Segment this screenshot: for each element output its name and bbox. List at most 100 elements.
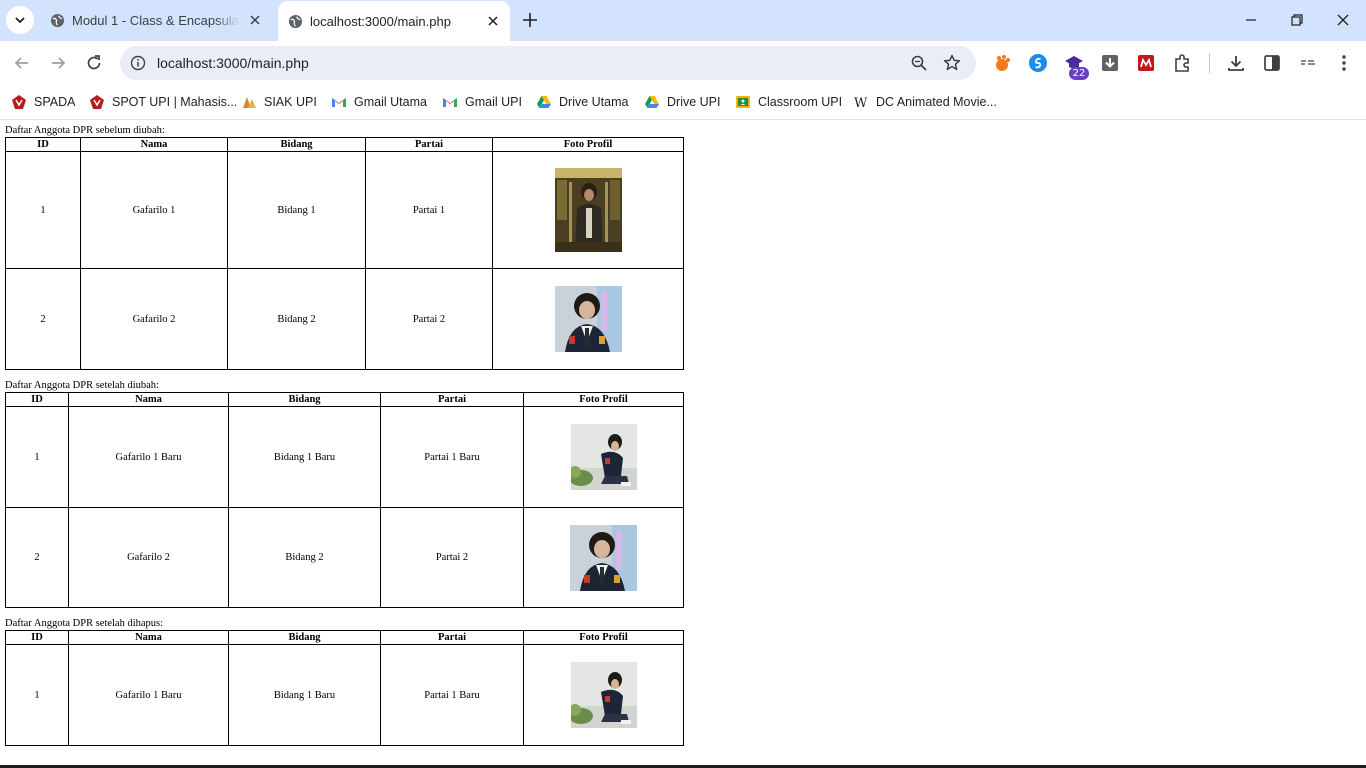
bookmark-spada[interactable]: SPADA (11, 92, 75, 112)
bookmark-drive-upi[interactable]: Drive UPI (644, 92, 720, 112)
bookmark-label: Drive Utama (559, 95, 629, 109)
cell-bidang: Bidang 2 (228, 507, 381, 608)
header-partai: Partai (380, 392, 524, 407)
table-header-row: ID Nama Bidang Partai Foto Profil (5, 137, 684, 152)
cell-nama: Gafarilo 2 (80, 268, 228, 370)
cell-id: 1 (5, 644, 69, 746)
bookmark-dc-animated[interactable]: W DC Animated Movie... (853, 92, 997, 112)
close-icon[interactable] (248, 13, 262, 27)
tab-modul-1[interactable]: Modul 1 - Class & Encapsulation (40, 0, 272, 41)
cell-nama: Gafarilo 1 Baru (68, 644, 229, 746)
bookmark-label: Classroom UPI (758, 95, 843, 109)
tab-localhost[interactable]: localhost:3000/main.php (278, 1, 510, 41)
download-icon[interactable] (1226, 53, 1246, 73)
table-row: 2 Gafarilo 2 Bidang 2 Partai 2 (5, 268, 684, 370)
bookmark-label: SPADA (34, 95, 76, 109)
header-foto-profil: Foto Profil (492, 137, 684, 152)
side-panel-icon[interactable] (1262, 53, 1282, 73)
table-row: 2 Gafarilo 2 Bidang 2 Partai 2 (5, 507, 684, 608)
table-header-row: ID Nama Bidang Partai Foto Profil (5, 630, 684, 645)
tab-title: Modul 1 - Class & Encapsulation (72, 13, 240, 28)
cell-partai: Partai 1 Baru (380, 406, 524, 508)
bookmark-label: Gmail UPI (465, 95, 522, 109)
table-after-update: ID Nama Bidang Partai Foto Profil 1 Gafa… (5, 392, 684, 608)
cell-bidang: Bidang 1 Baru (228, 644, 381, 746)
bookmark-gmail-utama[interactable]: Gmail Utama (331, 92, 427, 112)
cell-nama: Gafarilo 1 (80, 151, 228, 269)
bookmark-label: DC Animated Movie... (876, 95, 997, 109)
table-after-delete: ID Nama Bidang Partai Foto Profil 1 Gafa… (5, 630, 684, 746)
drive-icon (537, 96, 551, 108)
bookmark-star-icon[interactable] (942, 53, 962, 73)
header-id: ID (5, 137, 81, 152)
header-foto-profil: Foto Profil (523, 392, 684, 407)
cell-id: 2 (5, 507, 69, 608)
tab-search-button[interactable] (6, 6, 34, 34)
cell-id: 1 (5, 406, 69, 508)
bookmarks-bar: SPADA SPOT UPI | Mahasis... SIAK UPI Gma… (0, 85, 1366, 120)
table-row: 1 Gafarilo 1 Baru Bidang 1 Baru Partai 1… (5, 644, 684, 746)
restore-icon[interactable] (1289, 12, 1305, 28)
cell-foto (523, 507, 684, 608)
header-id: ID (5, 392, 69, 407)
cell-foto (523, 644, 684, 746)
globe-icon (288, 14, 303, 29)
profile-photo-portrait (554, 286, 622, 352)
header-bidang: Bidang (227, 137, 366, 152)
cell-foto (492, 151, 684, 269)
forward-arrow-icon[interactable] (48, 53, 68, 73)
globe-icon (50, 13, 65, 28)
new-tab-plus-icon[interactable] (519, 9, 541, 31)
mendeley-icon[interactable] (1136, 53, 1156, 73)
extension-hand-icon[interactable] (992, 53, 1012, 73)
siak-icon (243, 97, 256, 108)
wikipedia-icon: W (854, 96, 868, 110)
svg-text:W: W (854, 96, 868, 110)
bookmark-classroom-upi[interactable]: Classroom UPI (735, 92, 842, 112)
download-box-icon[interactable] (1100, 53, 1120, 73)
header-foto-profil: Foto Profil (523, 630, 684, 645)
cell-bidang: Bidang 2 (227, 268, 366, 370)
back-arrow-icon[interactable] (12, 53, 32, 73)
bookmark-siak-upi[interactable]: SIAK UPI (241, 92, 317, 112)
header-id: ID (5, 630, 69, 645)
cell-nama: Gafarilo 1 Baru (68, 406, 229, 508)
table-header-row: ID Nama Bidang Partai Foto Profil (5, 392, 684, 407)
bookmark-gmail-upi[interactable]: Gmail UPI (442, 92, 522, 112)
menu-dots-icon[interactable] (1334, 53, 1354, 73)
bookmark-spot-upi[interactable]: SPOT UPI | Mahasis... (89, 92, 237, 112)
address-url[interactable]: localhost:3000/main.php (157, 55, 309, 71)
bookmark-label: SPOT UPI | Mahasis... (112, 95, 238, 109)
header-nama: Nama (68, 630, 229, 645)
shazam-icon[interactable] (1028, 53, 1048, 73)
classroom-icon (736, 96, 750, 108)
cell-id: 2 (5, 268, 81, 370)
bookmark-label: SIAK UPI (264, 95, 317, 109)
address-bar[interactable]: localhost:3000/main.php (120, 46, 976, 80)
close-window-icon[interactable] (1335, 12, 1351, 28)
upi-logo-icon (12, 95, 26, 109)
caption-before-update: Daftar Anggota DPR sebelum diubah: (5, 125, 165, 136)
gmail-icon (332, 98, 346, 107)
profile-avatar-icon[interactable] (1298, 53, 1318, 73)
chevron-down-icon (15, 17, 25, 24)
toolbar-separator (1209, 53, 1210, 73)
table-row: 1 Gafarilo 1 Bidang 1 Partai 1 (5, 151, 684, 269)
reload-icon[interactable] (84, 53, 104, 73)
bookmark-label: Gmail Utama (354, 95, 427, 109)
minimize-icon[interactable] (1243, 12, 1259, 28)
cell-foto (523, 406, 684, 508)
cell-bidang: Bidang 1 (227, 151, 366, 269)
zoom-icon[interactable] (910, 54, 928, 72)
header-bidang: Bidang (228, 630, 381, 645)
tab-strip: Modul 1 - Class & Encapsulation localhos… (0, 0, 1366, 41)
extensions-puzzle-icon[interactable] (1172, 53, 1192, 73)
caption-after-delete: Daftar Anggota DPR setelah dihapus: (5, 618, 164, 629)
header-nama: Nama (80, 137, 228, 152)
close-icon[interactable] (486, 14, 500, 28)
bookmark-drive-utama[interactable]: Drive Utama (536, 92, 628, 112)
site-info-icon[interactable] (130, 55, 146, 71)
drive-icon (645, 96, 659, 108)
gmail-icon (443, 98, 457, 107)
bookmark-label: Drive UPI (667, 95, 721, 109)
